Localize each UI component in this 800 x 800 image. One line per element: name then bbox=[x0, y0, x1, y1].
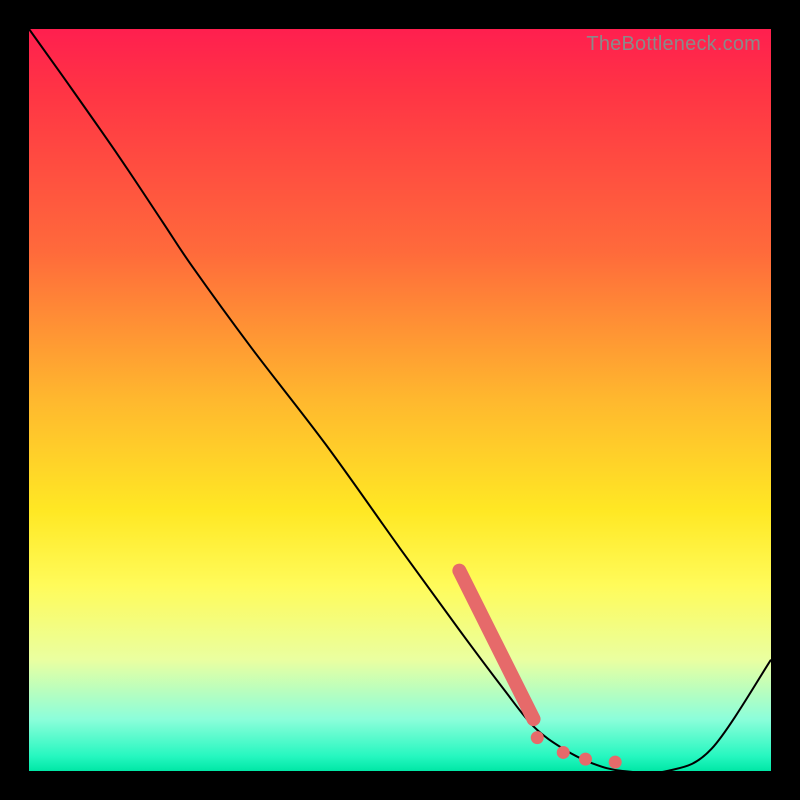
highlight-dot bbox=[579, 753, 592, 766]
chart-frame: TheBottleneck.com bbox=[0, 0, 800, 800]
plot-area: TheBottleneck.com bbox=[29, 29, 771, 771]
highlight-dot bbox=[609, 756, 622, 769]
highlight-dot bbox=[557, 746, 570, 759]
bottleneck-curve bbox=[29, 29, 771, 773]
highlight-dot bbox=[531, 731, 544, 744]
chart-svg bbox=[29, 29, 771, 771]
